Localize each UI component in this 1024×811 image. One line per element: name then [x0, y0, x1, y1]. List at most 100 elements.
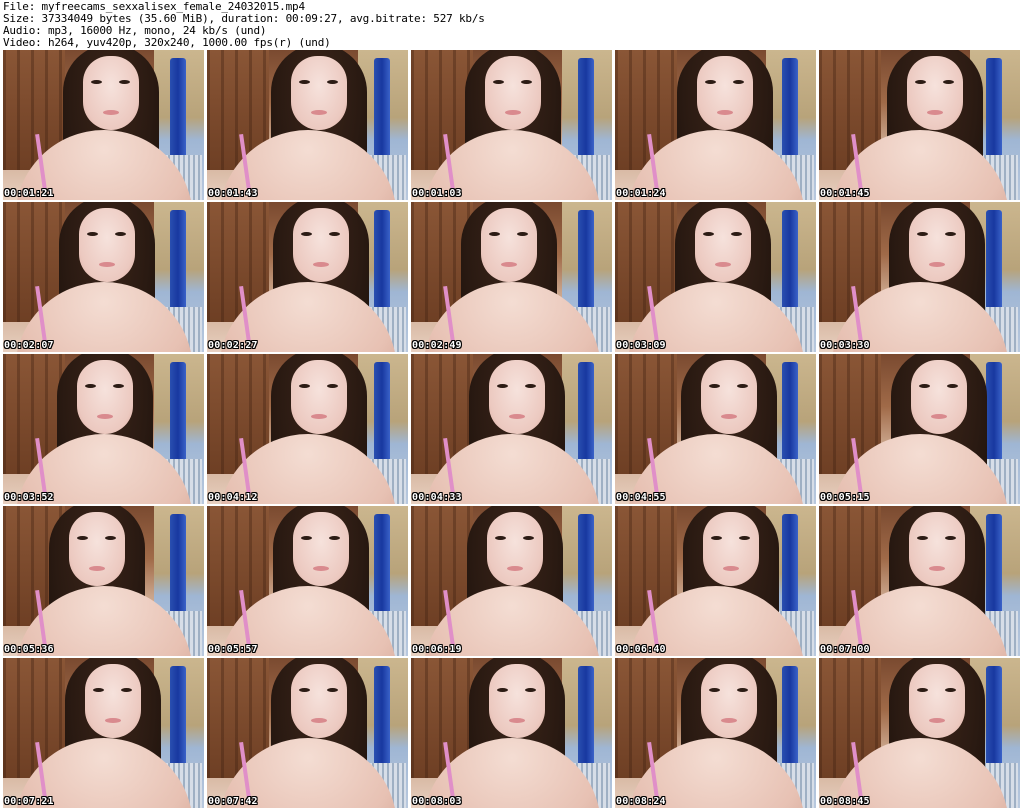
face: [489, 360, 545, 434]
thumbnail-timestamp: 00:02:27: [208, 340, 258, 351]
video-thumbnail: 00:06:19: [411, 506, 612, 656]
blue-curtain: [782, 514, 798, 624]
right-eye: [737, 688, 748, 692]
video-thumbnail: 00:01:24: [615, 50, 816, 200]
face: [83, 56, 139, 130]
lips: [505, 110, 521, 115]
face: [909, 664, 965, 738]
left-eye: [301, 232, 312, 236]
right-eye: [739, 536, 750, 540]
thumbnail-grid: 00:01:21 00:01:43 00:01:03 00:01:24 00:01:45…: [3, 50, 1023, 810]
video-thumbnail: 00:03:09: [615, 202, 816, 352]
right-eye: [327, 384, 338, 388]
thumbnail-timestamp: 00:04:33: [412, 492, 462, 503]
right-eye: [947, 384, 958, 388]
blue-curtain: [374, 362, 390, 472]
video-thumbnail: 00:05:36: [3, 506, 204, 656]
left-eye: [299, 688, 310, 692]
right-eye: [327, 80, 338, 84]
lips: [97, 414, 113, 419]
blue-curtain: [986, 514, 1002, 624]
left-eye: [711, 536, 722, 540]
thumbnail-timestamp: 00:02:49: [412, 340, 462, 351]
left-eye: [489, 232, 500, 236]
face: [909, 208, 965, 282]
lips: [509, 718, 525, 723]
video-thumbnail: 00:02:07: [3, 202, 204, 352]
thumbnail-timestamp: 00:06:19: [412, 644, 462, 655]
right-eye: [517, 232, 528, 236]
right-eye: [105, 536, 116, 540]
lips: [89, 566, 105, 571]
left-eye: [915, 80, 926, 84]
video-thumbnail: 00:01:43: [207, 50, 408, 200]
video-thumbnail: 00:08:03: [411, 658, 612, 808]
thumbnail-timestamp: 00:06:40: [616, 644, 666, 655]
blue-curtain: [578, 210, 594, 320]
thumbnail-timestamp: 00:07:42: [208, 796, 258, 807]
blue-curtain: [374, 58, 390, 168]
video-thumbnail: 00:08:45: [819, 658, 1020, 808]
lips: [723, 566, 739, 571]
blue-curtain: [170, 210, 186, 320]
thumbnail-timestamp: 00:05:15: [820, 492, 870, 503]
face: [701, 664, 757, 738]
video-thumbnail: 00:08:24: [615, 658, 816, 808]
thumbnail-timestamp: 00:01:21: [4, 188, 54, 199]
lips: [929, 262, 945, 267]
lips: [715, 262, 731, 267]
face: [85, 664, 141, 738]
thumbnail-timestamp: 00:04:55: [616, 492, 666, 503]
face: [293, 208, 349, 282]
blue-curtain: [782, 210, 798, 320]
right-eye: [731, 232, 742, 236]
left-eye: [93, 688, 104, 692]
right-eye: [329, 232, 340, 236]
thumbnail-timestamp: 00:04:12: [208, 492, 258, 503]
face: [291, 56, 347, 130]
lips: [311, 414, 327, 419]
lips: [931, 414, 947, 419]
left-eye: [917, 688, 928, 692]
thumbnail-timestamp: 00:01:45: [820, 188, 870, 199]
right-eye: [119, 80, 130, 84]
face: [291, 664, 347, 738]
left-eye: [299, 384, 310, 388]
left-eye: [495, 536, 506, 540]
video-thumbnail: 00:07:00: [819, 506, 1020, 656]
left-eye: [497, 688, 508, 692]
right-eye: [329, 536, 340, 540]
video-thumbnail: 00:02:49: [411, 202, 612, 352]
thumbnail-timestamp: 00:03:30: [820, 340, 870, 351]
lips: [929, 566, 945, 571]
blue-curtain: [782, 58, 798, 168]
lips: [311, 110, 327, 115]
right-eye: [121, 688, 132, 692]
video-thumbnail: 00:03:30: [819, 202, 1020, 352]
left-eye: [919, 384, 930, 388]
face: [695, 208, 751, 282]
right-eye: [525, 384, 536, 388]
lips: [103, 110, 119, 115]
lips: [313, 566, 329, 571]
thumbnail-timestamp: 00:01:03: [412, 188, 462, 199]
blue-curtain: [986, 210, 1002, 320]
face: [701, 360, 757, 434]
face: [907, 56, 963, 130]
right-eye: [945, 688, 956, 692]
blue-curtain: [374, 514, 390, 624]
video-thumbnail: 00:04:12: [207, 354, 408, 504]
video-thumbnail: 00:04:55: [615, 354, 816, 504]
lips: [313, 262, 329, 267]
right-eye: [327, 688, 338, 692]
blue-curtain: [986, 58, 1002, 168]
right-eye: [945, 536, 956, 540]
left-eye: [85, 384, 96, 388]
thumbnail-timestamp: 00:05:36: [4, 644, 54, 655]
right-eye: [521, 80, 532, 84]
face: [697, 56, 753, 130]
blue-curtain: [986, 666, 1002, 776]
thumbnail-timestamp: 00:03:52: [4, 492, 54, 503]
left-eye: [709, 384, 720, 388]
blue-curtain: [374, 210, 390, 320]
